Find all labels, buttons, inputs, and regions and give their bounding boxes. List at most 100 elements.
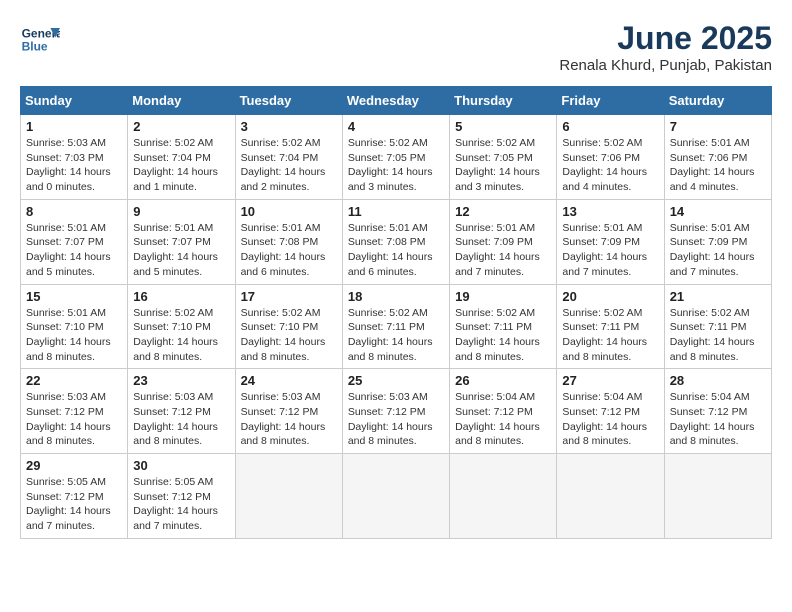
day-info: Sunrise: 5:01 AM Sunset: 7:09 PM Dayligh… <box>455 221 551 280</box>
calendar-day-cell: 2 Sunrise: 5:02 AM Sunset: 7:04 PM Dayli… <box>128 115 235 200</box>
calendar-day-cell <box>664 454 771 539</box>
day-info: Sunrise: 5:01 AM Sunset: 7:09 PM Dayligh… <box>562 221 658 280</box>
calendar-day-cell: 11 Sunrise: 5:01 AM Sunset: 7:08 PM Dayl… <box>342 199 449 284</box>
day-number: 25 <box>348 373 444 388</box>
weekday-header-wednesday: Wednesday <box>342 87 449 115</box>
day-number: 12 <box>455 204 551 219</box>
day-info: Sunrise: 5:02 AM Sunset: 7:11 PM Dayligh… <box>348 306 444 365</box>
calendar-day-cell: 10 Sunrise: 5:01 AM Sunset: 7:08 PM Dayl… <box>235 199 342 284</box>
day-info: Sunrise: 5:01 AM Sunset: 7:08 PM Dayligh… <box>241 221 337 280</box>
day-number: 5 <box>455 119 551 134</box>
day-number: 21 <box>670 289 766 304</box>
calendar-day-cell: 8 Sunrise: 5:01 AM Sunset: 7:07 PM Dayli… <box>21 199 128 284</box>
day-info: Sunrise: 5:01 AM Sunset: 7:09 PM Dayligh… <box>670 221 766 280</box>
day-number: 9 <box>133 204 229 219</box>
day-info: Sunrise: 5:03 AM Sunset: 7:12 PM Dayligh… <box>133 390 229 449</box>
calendar-table: SundayMondayTuesdayWednesdayThursdayFrid… <box>20 86 772 539</box>
calendar-day-cell <box>450 454 557 539</box>
day-info: Sunrise: 5:03 AM Sunset: 7:12 PM Dayligh… <box>241 390 337 449</box>
day-info: Sunrise: 5:01 AM Sunset: 7:07 PM Dayligh… <box>26 221 122 280</box>
calendar-day-cell: 5 Sunrise: 5:02 AM Sunset: 7:05 PM Dayli… <box>450 115 557 200</box>
day-info: Sunrise: 5:01 AM Sunset: 7:06 PM Dayligh… <box>670 136 766 195</box>
calendar-week-row: 8 Sunrise: 5:01 AM Sunset: 7:07 PM Dayli… <box>21 199 772 284</box>
calendar-day-cell: 4 Sunrise: 5:02 AM Sunset: 7:05 PM Dayli… <box>342 115 449 200</box>
weekday-header-monday: Monday <box>128 87 235 115</box>
calendar-day-cell <box>342 454 449 539</box>
day-info: Sunrise: 5:02 AM Sunset: 7:11 PM Dayligh… <box>562 306 658 365</box>
calendar-week-row: 15 Sunrise: 5:01 AM Sunset: 7:10 PM Dayl… <box>21 284 772 369</box>
day-info: Sunrise: 5:03 AM Sunset: 7:12 PM Dayligh… <box>348 390 444 449</box>
calendar-day-cell: 9 Sunrise: 5:01 AM Sunset: 7:07 PM Dayli… <box>128 199 235 284</box>
calendar-day-cell: 12 Sunrise: 5:01 AM Sunset: 7:09 PM Dayl… <box>450 199 557 284</box>
day-info: Sunrise: 5:04 AM Sunset: 7:12 PM Dayligh… <box>670 390 766 449</box>
day-number: 11 <box>348 204 444 219</box>
calendar-day-cell: 17 Sunrise: 5:02 AM Sunset: 7:10 PM Dayl… <box>235 284 342 369</box>
day-number: 8 <box>26 204 122 219</box>
day-number: 26 <box>455 373 551 388</box>
day-info: Sunrise: 5:02 AM Sunset: 7:10 PM Dayligh… <box>133 306 229 365</box>
day-info: Sunrise: 5:02 AM Sunset: 7:11 PM Dayligh… <box>455 306 551 365</box>
calendar-header-row: SundayMondayTuesdayWednesdayThursdayFrid… <box>21 87 772 115</box>
calendar-day-cell: 6 Sunrise: 5:02 AM Sunset: 7:06 PM Dayli… <box>557 115 664 200</box>
day-info: Sunrise: 5:02 AM Sunset: 7:04 PM Dayligh… <box>241 136 337 195</box>
day-number: 10 <box>241 204 337 219</box>
calendar-week-row: 1 Sunrise: 5:03 AM Sunset: 7:03 PM Dayli… <box>21 115 772 200</box>
logo-icon: General Blue <box>20 20 60 60</box>
calendar-day-cell: 14 Sunrise: 5:01 AM Sunset: 7:09 PM Dayl… <box>664 199 771 284</box>
calendar-day-cell: 1 Sunrise: 5:03 AM Sunset: 7:03 PM Dayli… <box>21 115 128 200</box>
calendar-day-cell <box>235 454 342 539</box>
day-info: Sunrise: 5:04 AM Sunset: 7:12 PM Dayligh… <box>455 390 551 449</box>
day-number: 20 <box>562 289 658 304</box>
day-info: Sunrise: 5:02 AM Sunset: 7:04 PM Dayligh… <box>133 136 229 195</box>
day-number: 14 <box>670 204 766 219</box>
calendar-day-cell: 24 Sunrise: 5:03 AM Sunset: 7:12 PM Dayl… <box>235 369 342 454</box>
day-info: Sunrise: 5:03 AM Sunset: 7:12 PM Dayligh… <box>26 390 122 449</box>
day-info: Sunrise: 5:01 AM Sunset: 7:10 PM Dayligh… <box>26 306 122 365</box>
day-info: Sunrise: 5:01 AM Sunset: 7:08 PM Dayligh… <box>348 221 444 280</box>
day-number: 29 <box>26 458 122 473</box>
day-number: 27 <box>562 373 658 388</box>
calendar-day-cell: 23 Sunrise: 5:03 AM Sunset: 7:12 PM Dayl… <box>128 369 235 454</box>
calendar-day-cell: 7 Sunrise: 5:01 AM Sunset: 7:06 PM Dayli… <box>664 115 771 200</box>
calendar-day-cell: 15 Sunrise: 5:01 AM Sunset: 7:10 PM Dayl… <box>21 284 128 369</box>
month-title: June 2025 <box>559 20 772 57</box>
day-info: Sunrise: 5:04 AM Sunset: 7:12 PM Dayligh… <box>562 390 658 449</box>
weekday-header-saturday: Saturday <box>664 87 771 115</box>
calendar-day-cell: 21 Sunrise: 5:02 AM Sunset: 7:11 PM Dayl… <box>664 284 771 369</box>
day-number: 19 <box>455 289 551 304</box>
calendar-day-cell: 20 Sunrise: 5:02 AM Sunset: 7:11 PM Dayl… <box>557 284 664 369</box>
calendar-day-cell: 25 Sunrise: 5:03 AM Sunset: 7:12 PM Dayl… <box>342 369 449 454</box>
day-info: Sunrise: 5:02 AM Sunset: 7:11 PM Dayligh… <box>670 306 766 365</box>
title-block: June 2025 Renala Khurd, Punjab, Pakistan <box>559 20 772 74</box>
day-info: Sunrise: 5:02 AM Sunset: 7:10 PM Dayligh… <box>241 306 337 365</box>
calendar-day-cell: 19 Sunrise: 5:02 AM Sunset: 7:11 PM Dayl… <box>450 284 557 369</box>
day-number: 7 <box>670 119 766 134</box>
day-number: 24 <box>241 373 337 388</box>
day-number: 6 <box>562 119 658 134</box>
day-info: Sunrise: 5:05 AM Sunset: 7:12 PM Dayligh… <box>133 475 229 534</box>
calendar-day-cell: 28 Sunrise: 5:04 AM Sunset: 7:12 PM Dayl… <box>664 369 771 454</box>
day-number: 15 <box>26 289 122 304</box>
calendar-day-cell: 13 Sunrise: 5:01 AM Sunset: 7:09 PM Dayl… <box>557 199 664 284</box>
calendar-day-cell: 3 Sunrise: 5:02 AM Sunset: 7:04 PM Dayli… <box>235 115 342 200</box>
weekday-header-tuesday: Tuesday <box>235 87 342 115</box>
day-info: Sunrise: 5:03 AM Sunset: 7:03 PM Dayligh… <box>26 136 122 195</box>
calendar-day-cell: 27 Sunrise: 5:04 AM Sunset: 7:12 PM Dayl… <box>557 369 664 454</box>
calendar-day-cell: 26 Sunrise: 5:04 AM Sunset: 7:12 PM Dayl… <box>450 369 557 454</box>
weekday-header-friday: Friday <box>557 87 664 115</box>
day-number: 18 <box>348 289 444 304</box>
day-number: 17 <box>241 289 337 304</box>
day-number: 2 <box>133 119 229 134</box>
calendar-day-cell: 29 Sunrise: 5:05 AM Sunset: 7:12 PM Dayl… <box>21 454 128 539</box>
day-number: 23 <box>133 373 229 388</box>
day-info: Sunrise: 5:01 AM Sunset: 7:07 PM Dayligh… <box>133 221 229 280</box>
calendar-day-cell <box>557 454 664 539</box>
calendar-day-cell: 16 Sunrise: 5:02 AM Sunset: 7:10 PM Dayl… <box>128 284 235 369</box>
weekday-header-sunday: Sunday <box>21 87 128 115</box>
svg-text:Blue: Blue <box>22 39 48 53</box>
day-number: 28 <box>670 373 766 388</box>
calendar-week-row: 22 Sunrise: 5:03 AM Sunset: 7:12 PM Dayl… <box>21 369 772 454</box>
calendar-day-cell: 18 Sunrise: 5:02 AM Sunset: 7:11 PM Dayl… <box>342 284 449 369</box>
day-number: 30 <box>133 458 229 473</box>
location-title: Renala Khurd, Punjab, Pakistan <box>559 57 772 74</box>
